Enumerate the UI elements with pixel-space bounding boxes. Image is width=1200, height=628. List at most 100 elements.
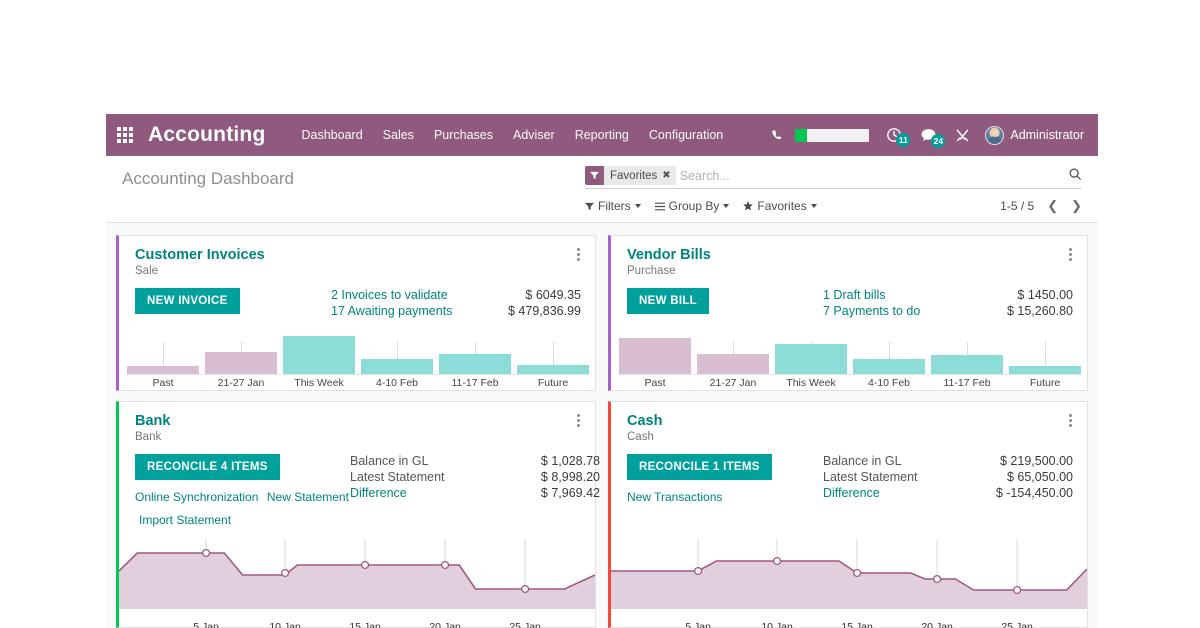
card-bank[interactable]: Bank Bank RECONCILE 4 ITEMS Online Synch… (116, 401, 600, 628)
kebab-menu-icon[interactable] (571, 411, 585, 429)
stat-label[interactable]: Difference (350, 486, 407, 500)
data-point-marker[interactable] (441, 560, 450, 570)
bank-line-chart: 5 Jan 10 Jan 15 Jan 20 Jan 25 Jan (119, 531, 595, 628)
stat-label[interactable]: 2 Invoices to validate (331, 288, 448, 302)
new-invoice-button[interactable]: NEW INVOICE (135, 288, 240, 315)
favorites-dropdown[interactable]: Favorites (743, 199, 817, 213)
line-axis-label: 15 Jan (349, 621, 381, 628)
messages-chat-icon[interactable]: 24 (911, 128, 946, 148)
data-point-marker[interactable] (1013, 585, 1022, 595)
link-import-statement[interactable]: Import Statement (139, 513, 231, 527)
filter-funnel-icon (585, 166, 604, 185)
stat-value: $ 15,260.80 (1006, 304, 1073, 319)
close-icon[interactable]: ✖ (662, 170, 670, 181)
app-brand-title[interactable]: Accounting (148, 123, 266, 147)
bar-column[interactable] (439, 328, 511, 375)
line-axis-label: 20 Jan (429, 621, 461, 628)
stat-value: $ 1450.00 (1017, 288, 1073, 303)
progress-bar-fill (795, 128, 808, 142)
bar-column[interactable] (931, 328, 1003, 375)
activities-clock-icon[interactable]: 11 (877, 127, 911, 147)
group-by-dropdown[interactable]: Group By (654, 199, 730, 213)
bar-column[interactable] (517, 328, 589, 375)
data-point-marker[interactable] (933, 574, 942, 584)
reconcile-button[interactable]: RECONCILE 1 ITEMS (627, 454, 772, 481)
screenshot-root: Accounting Dashboard Sales Purchases Adv… (0, 0, 1200, 628)
stat-label[interactable]: 17 Awaiting payments (331, 304, 452, 318)
menu-item-reporting[interactable]: Reporting (565, 122, 639, 148)
bar (283, 336, 355, 375)
line-axis-label: 25 Jan (1001, 621, 1033, 628)
filters-dropdown[interactable]: Filters (585, 199, 641, 213)
stat-label[interactable]: 1 Draft bills (823, 288, 886, 302)
area-chart-svg (611, 539, 1087, 610)
bar-column[interactable] (127, 328, 199, 375)
link-new-transactions[interactable]: New Transactions (627, 490, 722, 504)
card-subtitle: Cash (627, 431, 654, 444)
invoices-bar-chart: Past 21-27 Jan This Week 4-10 Feb 11-17 Feb F… (119, 328, 595, 390)
bar (931, 355, 1003, 375)
avatar (985, 125, 1005, 145)
area-fill (119, 553, 595, 610)
search-facet-favorites[interactable]: Favorites ✖ (585, 166, 676, 185)
link-online-synchronization[interactable]: Online Synchronization (135, 490, 258, 504)
bar-column[interactable] (775, 328, 847, 375)
menu-item-sales[interactable]: Sales (373, 122, 424, 148)
menu-item-adviser[interactable]: Adviser (503, 122, 565, 148)
user-menu[interactable]: Administrator (979, 125, 1092, 145)
bar-column[interactable] (697, 328, 769, 375)
menu-item-dashboard[interactable]: Dashboard (292, 122, 373, 148)
bar-column[interactable] (361, 328, 433, 375)
line-axis-label: 10 Jan (269, 621, 301, 628)
bar-axis-label: 4-10 Feb (375, 377, 419, 390)
bar-column[interactable] (853, 328, 925, 375)
bar (775, 344, 847, 375)
menu-item-purchases[interactable]: Purchases (424, 122, 503, 148)
control-panel: Accounting Dashboard Favorites ✖ Search.… (106, 156, 1098, 223)
data-point-marker[interactable] (693, 566, 703, 576)
kebab-menu-icon[interactable] (1063, 245, 1077, 263)
stat-row: 17 Awaiting payments $ 479,836.99 (331, 304, 581, 318)
reconcile-button[interactable]: RECONCILE 4 ITEMS (135, 454, 280, 481)
bar-column[interactable] (205, 328, 277, 375)
dashboard-grid: Customer Invoices Sale NEW INVOICE 2 Inv… (106, 223, 1098, 628)
main-menu: Dashboard Sales Purchases Adviser Report… (292, 122, 734, 148)
bar-column[interactable] (619, 328, 691, 375)
bar-column[interactable] (1009, 328, 1081, 375)
new-bill-button[interactable]: NEW BILL (627, 288, 709, 315)
card-cash[interactable]: Cash Cash RECONCILE 1 ITEMS New Transact… (608, 401, 1088, 628)
pager-next-icon[interactable]: ❯ (1071, 198, 1082, 214)
chevron-down-icon (810, 204, 817, 208)
search-icon[interactable] (1062, 167, 1082, 184)
kebab-menu-icon[interactable] (571, 245, 585, 263)
card-stats: 2 Invoices to validate $ 6049.35 17 Awai… (331, 288, 581, 318)
data-point-marker[interactable] (361, 560, 370, 570)
stat-label[interactable]: Difference (823, 486, 880, 500)
bar (619, 338, 691, 375)
data-point-marker[interactable] (201, 548, 211, 558)
card-customer-invoices[interactable]: Customer Invoices Sale NEW INVOICE 2 Inv… (116, 235, 596, 392)
stat-label[interactable]: 7 Payments to do (823, 304, 920, 318)
data-point-marker[interactable] (853, 568, 862, 578)
menu-item-configuration[interactable]: Configuration (639, 122, 733, 148)
bar (517, 365, 589, 375)
stat-row: 1 Draft bills $ 1450.00 (823, 288, 1073, 302)
data-point-marker[interactable] (280, 568, 290, 578)
stat-value: $ 479,836.99 (508, 304, 581, 319)
link-new-statement[interactable]: New Statement (267, 490, 349, 504)
tools-icon[interactable] (946, 128, 979, 143)
pager-previous-icon[interactable]: ❮ (1047, 198, 1058, 214)
bills-bar-chart: Past 21-27 Jan This Week 4-10 Feb 11-17 Feb F… (611, 328, 1087, 390)
data-point-marker[interactable] (772, 556, 782, 566)
filters-label: Filters (598, 199, 631, 213)
bar-axis-labels: Past 21-27 Jan This Week 4-10 Feb 11-17 Feb F… (619, 374, 1081, 389)
data-point-marker[interactable] (521, 584, 530, 594)
phone-icon[interactable] (762, 129, 793, 142)
card-subtitle: Sale (135, 265, 159, 278)
kebab-menu-icon[interactable] (1063, 411, 1077, 429)
search-input[interactable] (679, 168, 1062, 183)
card-title: Cash (627, 413, 663, 430)
card-vendor-bills[interactable]: Vendor Bills Purchase NEW BILL 1 Draft b… (608, 235, 1088, 392)
bar-column[interactable] (283, 328, 355, 375)
apps-grid-icon[interactable] (106, 127, 144, 143)
